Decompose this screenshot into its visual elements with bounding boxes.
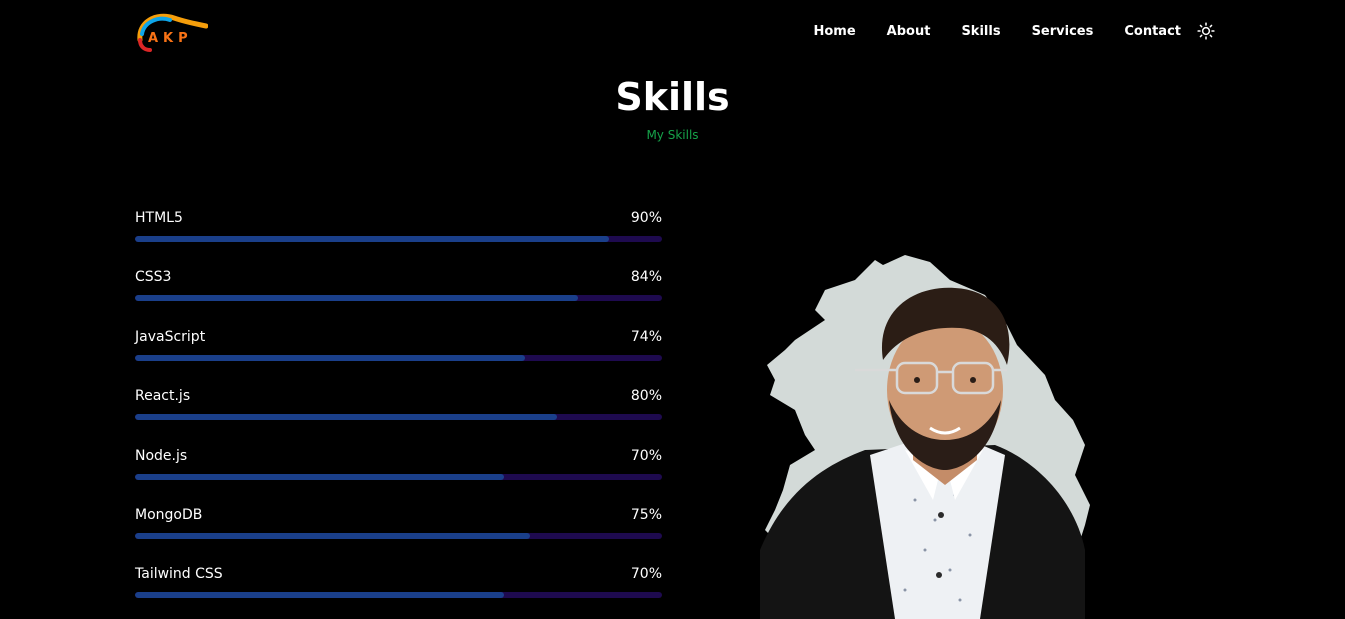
skill-name: CSS3 [135, 269, 172, 286]
skill-percent: 84% [630, 269, 662, 286]
skill-percent: 70% [630, 447, 662, 464]
skill-name: Node.js [135, 447, 188, 464]
nav-link-services[interactable]: Services [1032, 24, 1094, 39]
profile-photo [760, 255, 1090, 619]
nav-link-skills[interactable]: Skills [961, 24, 1000, 39]
progress-fill [135, 236, 610, 242]
skill-item: JavaScript 74% [135, 327, 662, 386]
skills-page: AKP Home About Skills Services Contact S… [0, 0, 1345, 619]
progress-track [135, 354, 662, 361]
skill-name: Tailwind CSS [135, 566, 223, 583]
sun-icon[interactable] [1197, 22, 1215, 40]
logo-text: AKP [148, 31, 193, 46]
skill-percent: 70% [630, 566, 662, 583]
progress-track [135, 592, 662, 599]
section-subtitle: My Skills [646, 128, 699, 142]
skill-percent: 75% [630, 506, 662, 523]
skill-name: MongoDB [135, 506, 203, 523]
progress-fill [135, 414, 557, 421]
main-nav: Home About Skills Services Contact [782, 21, 1215, 41]
progress-track [135, 295, 662, 302]
progress-track [135, 236, 662, 242]
skills-list: HTML5 90% CSS3 84% JavaScript 74% React.… [135, 208, 662, 619]
skill-name: HTML5 [135, 210, 183, 226]
skill-item: Node.js 70% [135, 446, 662, 505]
nav-link-about[interactable]: About [887, 24, 931, 39]
skill-item: React.js 80% [135, 386, 662, 445]
progress-track [135, 473, 662, 480]
skill-name: React.js [135, 388, 191, 405]
progress-fill [135, 354, 525, 361]
skill-item: MongoDB 75% [135, 505, 662, 564]
progress-fill [135, 592, 504, 599]
progress-track [135, 532, 662, 539]
skill-percent: 80% [630, 388, 662, 405]
skill-item: Tailwind CSS 70% [135, 564, 662, 619]
nav-link-home[interactable]: Home [813, 24, 855, 39]
progress-fill [135, 473, 504, 480]
skill-percent: 90% [630, 210, 662, 226]
progress-fill [135, 295, 578, 302]
section-title: Skills [615, 75, 730, 119]
progress-track [135, 414, 662, 421]
skill-item: CSS3 84% [135, 267, 662, 326]
skill-item: HTML5 90% [135, 208, 662, 267]
skill-name: JavaScript [135, 328, 206, 345]
nav-link-contact[interactable]: Contact [1124, 24, 1181, 39]
skill-percent: 74% [630, 328, 662, 345]
progress-fill [135, 532, 531, 539]
